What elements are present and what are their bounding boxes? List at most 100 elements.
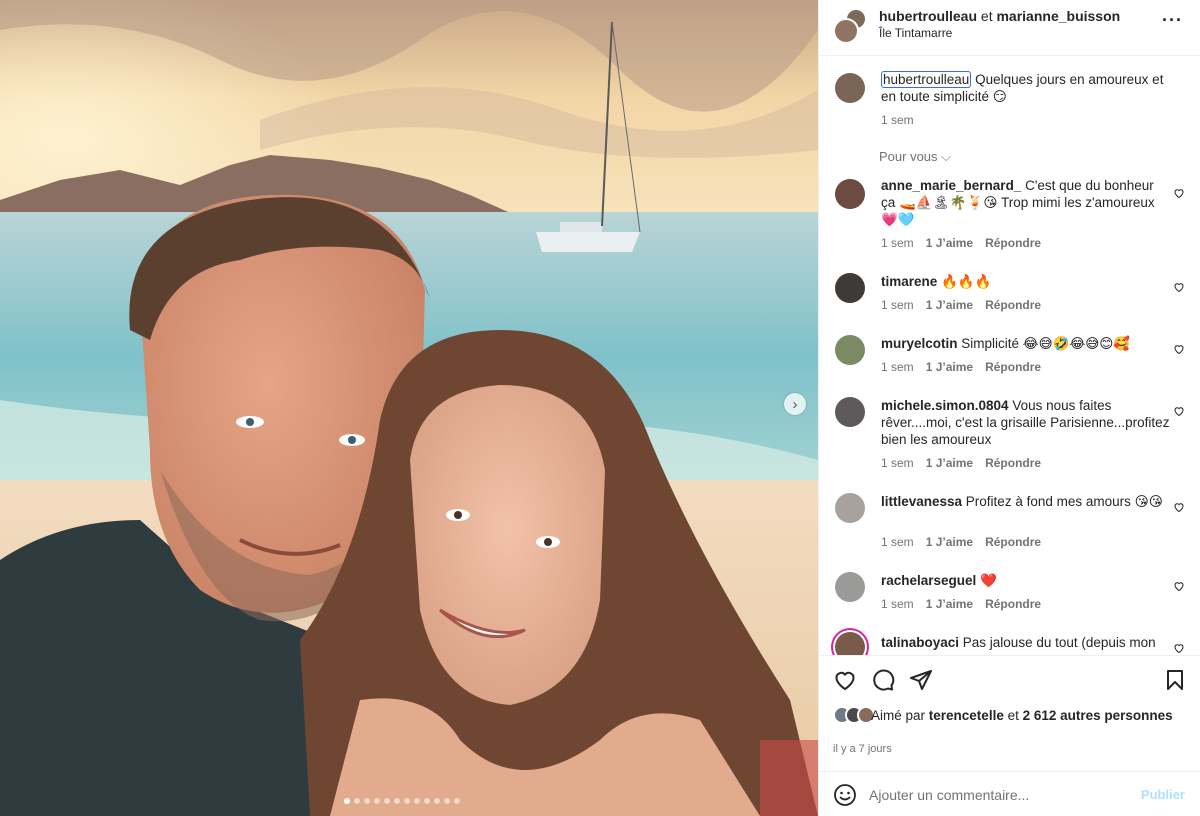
comment-meta: 1 sem 1 J’aime Répondre <box>881 456 1041 470</box>
comment-meta: 1 sem 1 J’aime Répondre <box>881 535 1041 549</box>
avatar[interactable] <box>835 73 865 103</box>
heart-icon[interactable] <box>1173 405 1185 417</box>
timestamp[interactable]: 1 sem <box>881 535 914 549</box>
carousel-dot <box>354 798 360 804</box>
bookmark-icon[interactable] <box>1163 668 1187 692</box>
avatar[interactable] <box>835 273 865 303</box>
heart-icon[interactable] <box>1173 187 1185 199</box>
post-side-panel: hubertroulleau et marianne_buisson Île T… <box>818 0 1200 816</box>
reply-button[interactable]: Répondre <box>985 298 1041 312</box>
comment-text: michele.simon.0804 Vous nous faites rêve… <box>881 397 1171 448</box>
carousel-dot <box>454 798 460 804</box>
author-link[interactable]: hubertroulleau <box>879 8 977 24</box>
liker-username[interactable]: terencetelle <box>929 708 1004 723</box>
comment-filter-dropdown[interactable]: Pour vous ⌵ <box>879 149 951 165</box>
comment-text: anne_marie_bernard_ C'est que du bonheur… <box>881 177 1171 228</box>
avatar[interactable] <box>835 335 865 365</box>
timestamp[interactable]: 1 sem <box>881 113 914 127</box>
comment-body: Pas jalouse du tout (depuis mon <box>959 635 1156 650</box>
caption-username[interactable]: hubertroulleau <box>881 71 972 88</box>
chevron-right-icon: › <box>792 395 798 413</box>
timestamp[interactable]: 1 sem <box>881 298 914 312</box>
avatar[interactable] <box>835 493 865 523</box>
reply-button[interactable]: Répondre <box>985 360 1041 374</box>
comment-body: Simplicité 😂😅🤣😂😅😊🥰 <box>957 336 1131 351</box>
send-icon[interactable] <box>909 668 933 692</box>
coauthor-link[interactable]: marianne_buisson <box>996 8 1120 24</box>
post-authors: hubertroulleau et marianne_buisson <box>879 8 1120 24</box>
comment-body: 🔥🔥🔥 <box>937 274 992 289</box>
avatar[interactable] <box>835 397 865 427</box>
comments-list[interactable]: hubertroulleau Quelques jours en amoureu… <box>819 57 1200 655</box>
reply-button[interactable]: Répondre <box>985 535 1041 549</box>
comment-icon[interactable] <box>871 668 895 692</box>
post-date[interactable]: il y a 7 jours <box>833 743 892 755</box>
heart-icon[interactable] <box>1173 501 1185 513</box>
comment-likes[interactable]: 1 J’aime <box>926 456 973 470</box>
comment-text: muryelcotin Simplicité 😂😅🤣😂😅😊🥰 <box>881 335 1171 352</box>
carousel-dot <box>384 798 390 804</box>
heart-icon[interactable] <box>1173 281 1185 293</box>
comment-body: Profitez à fond mes amours 😘😘 <box>962 494 1163 509</box>
comment-likes[interactable]: 1 J’aime <box>926 597 973 611</box>
heart-icon[interactable] <box>1173 343 1185 355</box>
likes-count[interactable]: 2 612 autres personnes <box>1023 708 1173 723</box>
comment-likes[interactable]: 1 J’aime <box>926 236 973 250</box>
heart-icon[interactable] <box>1173 580 1185 592</box>
carousel-dot <box>344 798 350 804</box>
likes-prefix: Aimé par <box>871 708 929 723</box>
post-photo <box>0 0 818 816</box>
comment-likes[interactable]: 1 J’aime <box>926 360 973 374</box>
post-header: hubertroulleau et marianne_buisson Île T… <box>819 0 1200 56</box>
comment-username[interactable]: anne_marie_bernard_ <box>881 178 1021 193</box>
heart-icon[interactable] <box>833 668 857 692</box>
carousel-dot <box>414 798 420 804</box>
smiley-icon[interactable] <box>833 783 857 807</box>
comment-username[interactable]: rachelarseguel <box>881 573 976 588</box>
carousel-dot <box>394 798 400 804</box>
carousel-dot <box>424 798 430 804</box>
avatar[interactable] <box>833 18 859 44</box>
comment-text: timarene 🔥🔥🔥 <box>881 273 1171 290</box>
carousel-dot <box>444 798 450 804</box>
comment-text: littlevanessa Profitez à fond mes amours… <box>881 493 1171 510</box>
reply-button[interactable]: Répondre <box>985 597 1041 611</box>
comment-meta: 1 sem 1 J’aime Répondre <box>881 360 1041 374</box>
author-avatars[interactable] <box>833 8 867 44</box>
reply-button[interactable]: Répondre <box>985 456 1041 470</box>
caption-meta: 1 sem <box>881 113 914 127</box>
timestamp[interactable]: 1 sem <box>881 597 914 611</box>
authors-separator: et <box>977 8 997 24</box>
timestamp[interactable]: 1 sem <box>881 236 914 250</box>
comment-username[interactable]: michele.simon.0804 <box>881 398 1009 413</box>
carousel-dot <box>364 798 370 804</box>
comment-likes[interactable]: 1 J’aime <box>926 535 973 549</box>
carousel-indicator <box>344 798 460 804</box>
reply-button[interactable]: Répondre <box>985 236 1041 250</box>
likes-separator: et <box>1003 708 1023 723</box>
carousel-dot <box>404 798 410 804</box>
carousel-next-button[interactable]: › <box>784 393 806 415</box>
comment-username[interactable]: timarene <box>881 274 937 289</box>
comment-username[interactable]: talinaboyaci <box>881 635 959 650</box>
location-link[interactable]: Île Tintamarre <box>879 26 952 40</box>
comment-text: talinaboyaci Pas jalouse du tout (depuis… <box>881 634 1171 651</box>
avatar[interactable] <box>835 572 865 602</box>
likes-summary: Aimé par terencetelle et 2 612 autres pe… <box>871 707 1191 724</box>
heart-icon[interactable] <box>1173 642 1185 654</box>
timestamp[interactable]: 1 sem <box>881 360 914 374</box>
avatar[interactable] <box>835 632 865 655</box>
comment-input[interactable] <box>869 782 1129 808</box>
comment-meta: 1 sem 1 J’aime Répondre <box>881 597 1041 611</box>
timestamp[interactable]: 1 sem <box>881 456 914 470</box>
comment-likes[interactable]: 1 J’aime <box>926 298 973 312</box>
post-actions: Aimé par terencetelle et 2 612 autres pe… <box>819 655 1200 771</box>
publish-button[interactable]: Publier <box>1141 787 1185 802</box>
post-media[interactable]: › <box>0 0 818 816</box>
carousel-dot <box>434 798 440 804</box>
avatar[interactable] <box>835 179 865 209</box>
more-horizontal-icon[interactable]: ··· <box>1162 10 1183 31</box>
comment-username[interactable]: muryelcotin <box>881 336 958 351</box>
carousel-dot <box>374 798 380 804</box>
comment-username[interactable]: littlevanessa <box>881 494 962 509</box>
